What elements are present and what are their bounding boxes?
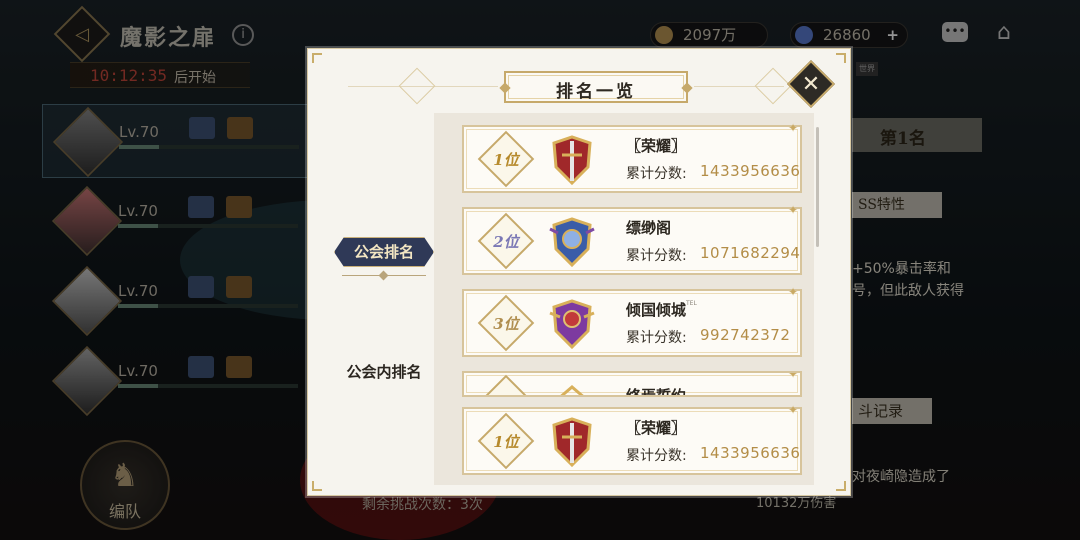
ranking-list[interactable]: ✦ 1位 〖荣耀〗 累计分数: 1433956636 ✦ 2位 缥缈阁 累计分数… [434, 113, 814, 485]
rank-badge: 2位 [477, 212, 535, 270]
ranking-tabs: 公会排名 公会内排名 [320, 109, 434, 485]
blue-shield-emblem-icon [549, 217, 595, 268]
score-value: 1433956636 [700, 162, 801, 180]
sparkle-icon: ✦ [787, 121, 798, 135]
guild-name: 〖荣耀〗 [626, 419, 687, 437]
title-deco-diamond [398, 67, 436, 105]
modal-title-plate: 排名一览 [499, 71, 693, 103]
rank-label: 2位 [493, 232, 519, 251]
score-value: 1433956636 [700, 444, 801, 462]
rank-label: 1位 [493, 432, 519, 451]
red-shield-emblem-icon [552, 135, 592, 186]
corner-ornament [312, 53, 322, 63]
score-label: 累计分数: [626, 166, 687, 182]
score-label: 累计分数: [626, 448, 687, 464]
red-shield-emblem-icon [552, 417, 592, 468]
rank-badge [477, 374, 535, 395]
ranking-row[interactable]: ✦ 1位 〖荣耀〗 累计分数: 1433956636 [462, 403, 802, 475]
score-label: 累计分数: [626, 248, 687, 264]
title-deco-diamond [754, 67, 792, 105]
score-value: 1071682294 [700, 244, 801, 262]
list-scrollbar[interactable] [816, 127, 819, 247]
guild-name: 〖荣耀〗 [626, 137, 687, 155]
sparkle-icon: ✦ [787, 203, 798, 217]
score-label: 累计分数: [626, 330, 687, 346]
sparkle-icon: ✦ [787, 403, 798, 417]
rank-label [488, 385, 524, 395]
ranking-modal: 排名一览 ✕ 公会排名 公会内排名 ✦ 1位 〖荣耀〗 累计分数: 143395… [307, 48, 851, 496]
partial-emblem-icon [560, 385, 584, 395]
score-value: 992742372 [700, 326, 791, 344]
guild-tag: TEL [686, 300, 697, 307]
corner-ornament [836, 481, 846, 491]
sparkle-icon: ✦ [787, 371, 798, 381]
sparkle-icon: ✦ [787, 285, 798, 299]
tab-guild-rank[interactable]: 公会排名 [334, 237, 434, 267]
purple-shield-emblem-icon [549, 299, 595, 350]
ranking-row[interactable]: ✦ 2位 缥缈阁 累计分数: 1071682294 [462, 203, 802, 275]
rank-label: 1位 [493, 150, 519, 169]
rank-label: 3位 [493, 314, 519, 333]
corner-ornament [836, 53, 846, 63]
rank-badge: 3位 [477, 294, 535, 352]
ranking-row[interactable]: ✦ 1位 〖荣耀〗 累计分数: 1433956636 [462, 121, 802, 193]
tab-divider [342, 270, 426, 281]
ranking-row-partial[interactable]: ✦ 终焉誓约 [462, 371, 802, 397]
guild-name: 倾国倾城 [626, 301, 687, 319]
guild-name: 缥缈阁 [626, 219, 672, 237]
rank-badge: 1位 [477, 412, 535, 470]
close-button[interactable]: ✕ [786, 59, 836, 109]
close-icon: ✕ [801, 71, 821, 97]
modal-title: 排名一览 [556, 82, 636, 102]
ranking-row[interactable]: ✦ 3位 倾国倾城 TEL 累计分数: 992742372 [462, 285, 802, 357]
rank-badge: 1位 [477, 130, 535, 188]
guild-name: 终焉誓约 [626, 387, 687, 397]
tab-inner-guild-rank[interactable]: 公会内排名 [334, 361, 434, 382]
